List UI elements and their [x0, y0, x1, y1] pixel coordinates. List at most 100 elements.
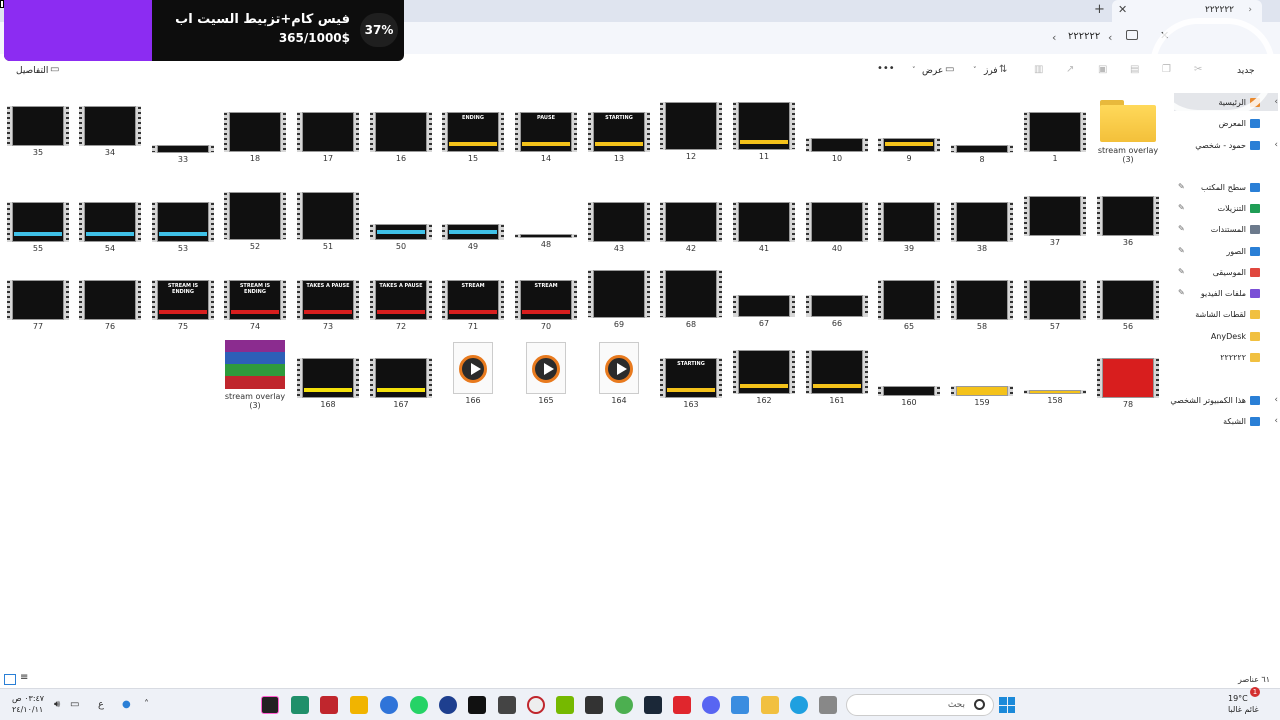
file-item[interactable]: 56	[1093, 280, 1163, 331]
file-item[interactable]: ENDING 15	[438, 112, 508, 163]
file-item[interactable]: 17	[293, 112, 363, 163]
file-item[interactable]: 164	[584, 342, 654, 405]
pin-icon[interactable]: ✎	[1178, 203, 1185, 212]
file-item[interactable]: 33	[148, 145, 218, 164]
chevron-up-icon[interactable]: ˄	[144, 699, 149, 710]
file-item[interactable]: 10	[802, 138, 872, 163]
chevron-icon[interactable]: ‹	[1274, 97, 1278, 107]
app-icon[interactable]	[527, 696, 545, 714]
file-item[interactable]: 159	[947, 386, 1017, 407]
delete-icon[interactable]: ▥	[1034, 64, 1043, 75]
file-item[interactable]: 57	[1020, 280, 1090, 331]
app-icon[interactable]	[291, 696, 309, 714]
file-item[interactable]: 51	[293, 192, 363, 251]
pin-icon[interactable]: ✎	[1178, 267, 1185, 276]
file-item[interactable]: TAKES A PAUSE 72	[366, 280, 436, 331]
file-item[interactable]: 43	[584, 202, 654, 253]
file-item[interactable]: STREAM 70	[511, 280, 581, 331]
volume-icon[interactable]: 🔊︎	[54, 699, 60, 710]
clock[interactable]: ٠٣:٤٧ ص ٢٤/١٠/١١	[12, 693, 44, 715]
chevron-icon[interactable]: ‹	[1274, 416, 1278, 426]
more-options-button[interactable]: •••	[877, 63, 895, 74]
file-item[interactable]: 48	[511, 234, 581, 249]
nav-item[interactable]: AnyDesk	[1211, 327, 1260, 345]
search-box[interactable]: بحث	[846, 694, 994, 716]
file-item[interactable]: 36	[1093, 196, 1163, 247]
file-item[interactable]: 76	[75, 280, 145, 331]
nav-item[interactable]: لقطات الشاشة	[1195, 305, 1260, 323]
windows-start-icon[interactable]	[999, 697, 1015, 713]
details-pane-icon[interactable]: ▭	[50, 64, 59, 75]
rename-icon[interactable]: ▣	[1098, 64, 1107, 75]
epic-games-icon[interactable]	[261, 696, 279, 714]
file-item[interactable]: STARTING 163	[656, 358, 726, 409]
nvidia-icon[interactable]	[556, 696, 574, 714]
pin-icon[interactable]: ✎	[1178, 246, 1185, 255]
file-item[interactable]: 77	[3, 280, 73, 331]
microphone-icon[interactable]: ●	[122, 699, 131, 710]
app-icon[interactable]	[819, 696, 837, 714]
file-item[interactable]: 12	[656, 102, 726, 161]
file-item[interactable]: 69	[584, 270, 654, 329]
file-item[interactable]: 55	[3, 202, 73, 253]
app-icon[interactable]	[498, 696, 516, 714]
rockstar-icon[interactable]	[350, 696, 368, 714]
file-item[interactable]: 78	[1093, 358, 1163, 409]
grid-view-icon[interactable]	[4, 674, 16, 685]
nav-item[interactable]: الصور	[1226, 242, 1260, 260]
paste-icon[interactable]: ▤	[1130, 64, 1139, 75]
chevron-icon[interactable]: ‹	[1274, 395, 1278, 405]
file-item[interactable]: 50	[366, 224, 436, 251]
whatsapp-icon[interactable]	[410, 696, 428, 714]
sort-button[interactable]: فرز	[984, 66, 998, 76]
file-item[interactable]: 9	[874, 138, 944, 163]
file-item[interactable]: 38	[947, 202, 1017, 253]
file-item[interactable]: STREAM IS ENDING 74	[220, 280, 290, 331]
file-item[interactable]: 165	[511, 342, 581, 405]
file-item[interactable]: 18	[220, 112, 290, 163]
file-item[interactable]: 166	[438, 342, 508, 405]
nav-item[interactable]: سطح المكتب	[1201, 178, 1260, 196]
app-icon[interactable]	[320, 696, 338, 714]
edge-icon[interactable]	[790, 696, 808, 714]
archive-item[interactable]: stream overlay (3)	[220, 340, 290, 410]
file-item[interactable]: 54	[75, 202, 145, 253]
app-icon[interactable]	[380, 696, 398, 714]
discord-icon[interactable]	[702, 696, 720, 714]
steam-icon[interactable]	[644, 696, 662, 714]
file-item[interactable]: STREAM 71	[438, 280, 508, 331]
pin-icon[interactable]: ✎	[1178, 224, 1185, 233]
file-item[interactable]: 58	[947, 280, 1017, 331]
details-button[interactable]: التفاصيل	[16, 66, 48, 76]
file-item[interactable]: 37	[1020, 196, 1090, 247]
file-item[interactable]: 161	[802, 350, 872, 405]
file-item[interactable]: 67	[729, 295, 799, 328]
nav-item[interactable]: ملفات الفيديو	[1201, 284, 1260, 302]
chevron-icon[interactable]: ‹	[1274, 140, 1278, 150]
file-item[interactable]: STREAM IS ENDING 75	[148, 280, 218, 331]
nav-item[interactable]: المستندات	[1211, 220, 1260, 238]
file-item[interactable]: 42	[656, 202, 726, 253]
language-indicator[interactable]: ع	[98, 699, 104, 710]
nav-item[interactable]: الشبكة	[1223, 412, 1260, 430]
file-item[interactable]: 158	[1020, 390, 1090, 405]
app-icon[interactable]	[673, 696, 691, 714]
file-item[interactable]: 35	[3, 106, 73, 157]
plus-icon[interactable]: +	[1094, 2, 1105, 17]
list-view-icon[interactable]: ≡	[20, 672, 32, 683]
file-item[interactable]: 1	[1020, 112, 1090, 163]
file-item[interactable]: 162	[729, 350, 799, 405]
file-item[interactable]: 65	[874, 280, 944, 331]
nav-item[interactable]: المعرض	[1219, 114, 1260, 132]
file-item[interactable]: 66	[802, 295, 872, 328]
breadcrumb-current[interactable]: ۲۲۲۲۲۲	[1068, 31, 1100, 42]
file-item[interactable]: 160	[874, 386, 944, 407]
capcut-icon[interactable]	[468, 696, 486, 714]
ea-icon[interactable]	[439, 696, 457, 714]
file-item[interactable]: 40	[802, 202, 872, 253]
chevron-left-icon[interactable]: ‹	[1052, 31, 1056, 44]
file-item[interactable]: 68	[656, 270, 726, 329]
nav-item[interactable]: ۲۲۲۲۲۲	[1220, 348, 1260, 366]
file-item[interactable]: 53	[148, 202, 218, 253]
file-item[interactable]: 8	[947, 145, 1017, 164]
